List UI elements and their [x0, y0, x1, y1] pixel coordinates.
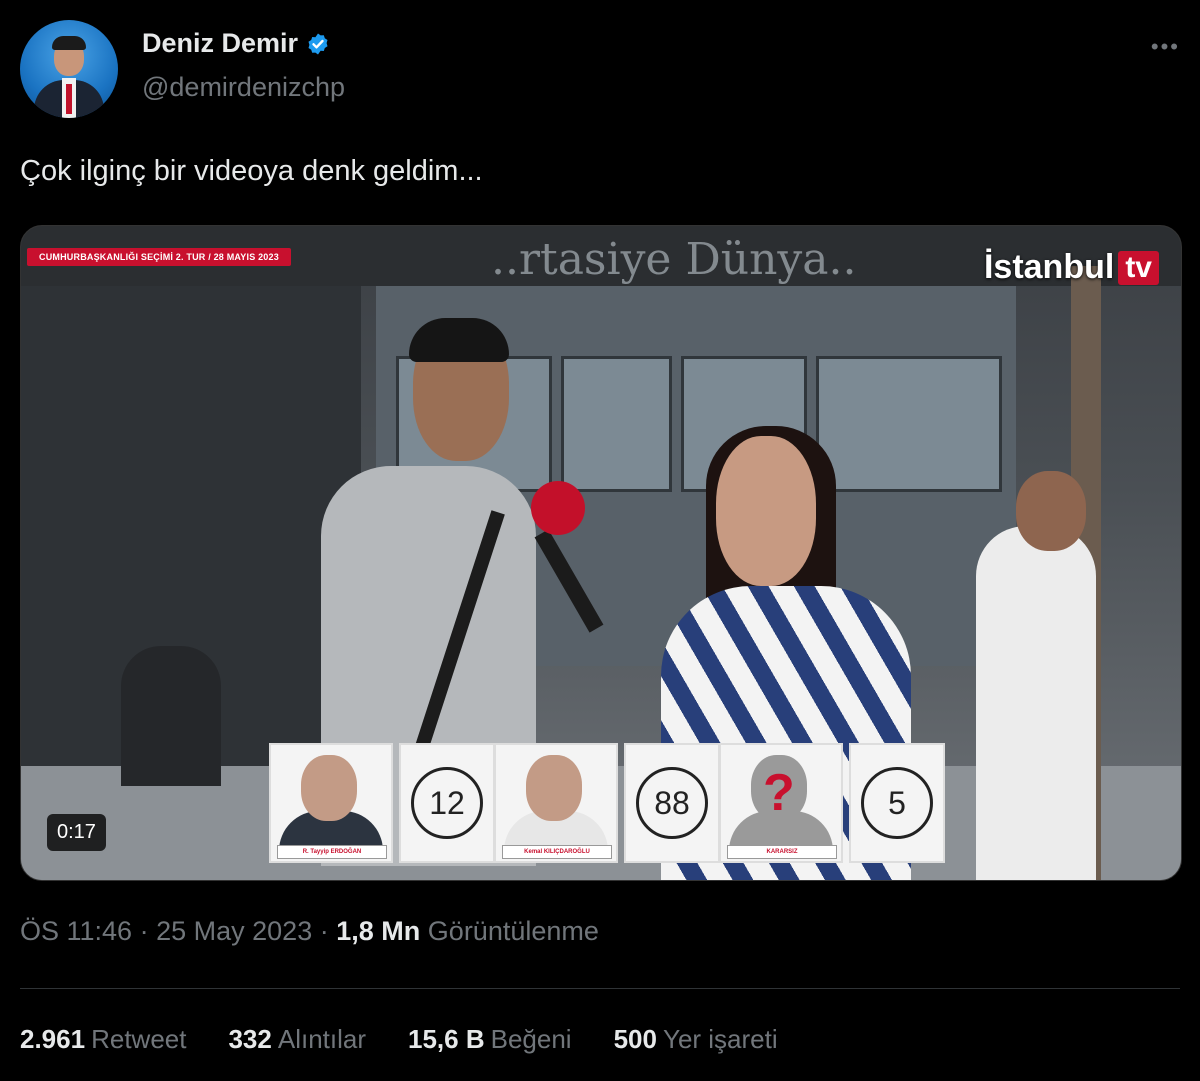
- views-count: 1,8 Mn: [336, 916, 421, 946]
- video-duration: 0:17: [47, 814, 106, 851]
- likes-count: 15,6 B: [408, 1024, 485, 1054]
- bookmarks-label: Yer işareti: [662, 1024, 778, 1054]
- meta-separator: ·: [319, 916, 329, 946]
- author-handle[interactable]: @demirdenizchp: [142, 72, 345, 103]
- divider: [20, 988, 1180, 989]
- channel-logo-tv: tv: [1118, 250, 1159, 285]
- election-banner: CUMHURBAŞKANLIĞI SEÇİMİ 2. TUR / 28 MAYI…: [27, 248, 291, 266]
- passerby: [976, 526, 1096, 880]
- meta-separator: ·: [139, 916, 149, 946]
- channel-logo: İstanbul tv: [984, 248, 1159, 287]
- microphone-icon: [531, 481, 585, 535]
- video-player[interactable]: ..rtasiye Dünya.. CUMHURBAŞKANLIĞI SEÇİM…: [20, 225, 1182, 881]
- quotes-count: 332: [228, 1024, 272, 1054]
- candidate-photo: ? KARARSIZ: [719, 743, 843, 863]
- more-horizontal-icon[interactable]: •••: [1151, 34, 1180, 60]
- engagement-stats: 2.961 Retweet 332 Alıntılar 15,6 B Beğeni 5…: [20, 1024, 778, 1055]
- store-sign-text: ..rtasiye Dünya..: [491, 234, 857, 285]
- candidate-photo: Kemal KILIÇDAROĞLU: [494, 743, 618, 863]
- passerby-head: [1016, 471, 1086, 551]
- candidate-name: R. Tayyip ERDOĞAN: [277, 845, 387, 859]
- reporter-head: [716, 436, 816, 586]
- poll-item-undecided: ? KARARSIZ 5: [719, 743, 945, 863]
- sitting-person: [121, 646, 221, 786]
- tweet-text: Çok ilginç bir videoya denk geldim...: [20, 155, 483, 187]
- bookmarks-stat[interactable]: 500 Yer işareti: [614, 1024, 778, 1055]
- poll-score-box: 5: [849, 743, 945, 863]
- retweets-count: 2.961: [20, 1024, 86, 1054]
- poll-score: 88: [636, 767, 708, 839]
- candidate-name: KARARSIZ: [727, 845, 837, 859]
- quotes-label: Alıntılar: [277, 1024, 367, 1054]
- views-label: Görüntülenme: [427, 916, 599, 946]
- quotes-stat[interactable]: 332 Alıntılar: [228, 1024, 366, 1055]
- tweet-header: Deniz Demir @demirdenizchp •••: [20, 20, 1180, 120]
- poll-score-box: 12: [399, 743, 495, 863]
- tweet-date[interactable]: 25 May 2023: [156, 916, 312, 946]
- interviewee-hair: [409, 318, 509, 362]
- retweets-stat[interactable]: 2.961 Retweet: [20, 1024, 186, 1055]
- poll-item-erdogan: R. Tayyip ERDOĞAN 12: [269, 743, 495, 863]
- likes-label: Beğeni: [490, 1024, 572, 1054]
- avatar[interactable]: [20, 20, 118, 118]
- retweets-label: Retweet: [91, 1024, 187, 1054]
- candidate-name: Kemal KILIÇDAROĞLU: [502, 845, 612, 859]
- author-name[interactable]: Deniz Demir: [142, 28, 298, 59]
- candidate-photo: R. Tayyip ERDOĞAN: [269, 743, 393, 863]
- poll-score-box: 88: [624, 743, 720, 863]
- tweet-time[interactable]: ÖS 11:46: [20, 916, 132, 946]
- bookmarks-count: 500: [613, 1024, 657, 1054]
- poll-item-kilicdaroglu: Kemal KILIÇDAROĞLU 88: [494, 743, 720, 863]
- poll-score: 12: [411, 767, 483, 839]
- channel-logo-word: İstanbul: [983, 248, 1115, 286]
- question-mark: ?: [763, 764, 795, 822]
- likes-stat[interactable]: 15,6 B Beğeni: [408, 1024, 572, 1055]
- author-name-row: Deniz Demir: [142, 28, 330, 59]
- tweet-meta: ÖS 11:46 · 25 May 2023 · 1,8 Mn Görüntül…: [20, 916, 599, 947]
- verified-badge-icon: [308, 33, 328, 54]
- poll-score: 5: [861, 767, 933, 839]
